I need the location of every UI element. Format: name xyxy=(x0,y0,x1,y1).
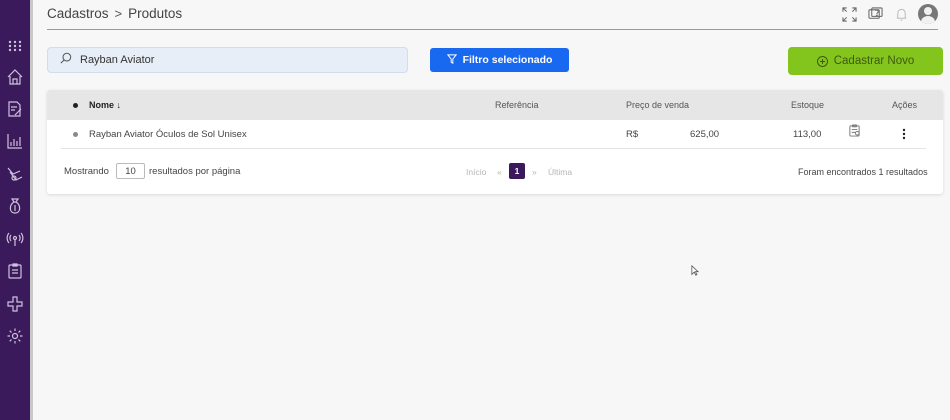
first-page-link[interactable]: Início xyxy=(466,167,486,177)
breadcrumb-page: Produtos xyxy=(128,6,183,21)
sidebar-divider xyxy=(30,0,33,420)
bell-icon[interactable] xyxy=(892,5,910,23)
select-all-bullet[interactable] xyxy=(73,103,78,108)
money-bag-icon[interactable] xyxy=(5,196,25,216)
price-currency: R$ xyxy=(626,129,639,140)
search-input[interactable] xyxy=(80,54,380,66)
filter-button-label: Filtro selecionado xyxy=(462,54,553,66)
column-actions: Ações xyxy=(892,100,918,110)
filter-icon xyxy=(446,53,457,67)
column-name[interactable]: Nome ↓ xyxy=(89,100,121,110)
breadcrumb: Cadastros > Produtos xyxy=(47,6,182,21)
table-footer: Mostrando 10 resultados por página Iníci… xyxy=(47,158,943,186)
row-divider xyxy=(61,148,926,149)
truck-icon[interactable] xyxy=(5,164,25,184)
products-table-card: Nome ↓ Referência Preço de venda Estoque… xyxy=(47,90,943,194)
last-page-link[interactable]: Última xyxy=(548,167,572,177)
table-header: Nome ↓ Referência Preço de venda Estoque… xyxy=(47,90,943,120)
stock-clipboard-icon[interactable] xyxy=(848,124,861,140)
filter-button[interactable]: Filtro selecionado xyxy=(430,48,569,72)
prev-page-link[interactable]: « xyxy=(497,167,502,177)
page-size-input[interactable]: 10 xyxy=(116,163,145,179)
top-toolbar xyxy=(840,4,938,24)
settings-icon[interactable] xyxy=(5,326,25,346)
fullscreen-icon[interactable] xyxy=(840,5,858,23)
per-page-label: resultados por página xyxy=(149,166,241,177)
row-bullet xyxy=(73,132,78,137)
search-icon xyxy=(60,51,72,69)
column-reference: Referência xyxy=(495,100,539,110)
breadcrumb-separator: > xyxy=(114,6,123,21)
showing-label: Mostrando xyxy=(64,166,109,177)
home-icon[interactable] xyxy=(5,67,25,87)
results-count: Foram encontrados 1 resultados xyxy=(798,167,928,177)
product-stock: 113,00 xyxy=(793,129,822,140)
column-stock: Estoque xyxy=(791,100,825,110)
next-page-link[interactable]: » xyxy=(532,167,537,177)
integrations-icon[interactable] xyxy=(5,294,25,314)
clipboard-icon[interactable] xyxy=(5,261,25,281)
antenna-icon[interactable] xyxy=(5,229,25,249)
header-divider xyxy=(47,29,938,30)
product-price: 625,00 xyxy=(690,129,720,140)
current-page[interactable]: 1 xyxy=(509,163,525,179)
chart-icon[interactable] xyxy=(5,131,25,151)
product-name[interactable]: Rayban Aviator Óculos de Sol Unisex xyxy=(89,129,247,140)
table-row[interactable]: Rayban Aviator Óculos de Sol Unisex R$ 6… xyxy=(47,120,943,150)
add-new-button-label: Cadastrar Novo xyxy=(833,55,915,67)
more-actions-icon[interactable] xyxy=(902,128,906,143)
search-bar xyxy=(47,47,408,73)
plus-circle-icon xyxy=(816,55,828,67)
add-new-button[interactable]: Cadastrar Novo xyxy=(788,47,943,75)
document-edit-icon[interactable] xyxy=(5,99,25,119)
user-icon[interactable] xyxy=(918,4,938,24)
mouse-cursor-icon xyxy=(691,263,700,281)
apps-grid-icon[interactable] xyxy=(5,36,25,56)
column-price: Preço de venda xyxy=(626,100,690,110)
help-icon[interactable] xyxy=(866,5,884,23)
breadcrumb-section[interactable]: Cadastros xyxy=(47,6,109,21)
sidebar xyxy=(0,0,30,420)
